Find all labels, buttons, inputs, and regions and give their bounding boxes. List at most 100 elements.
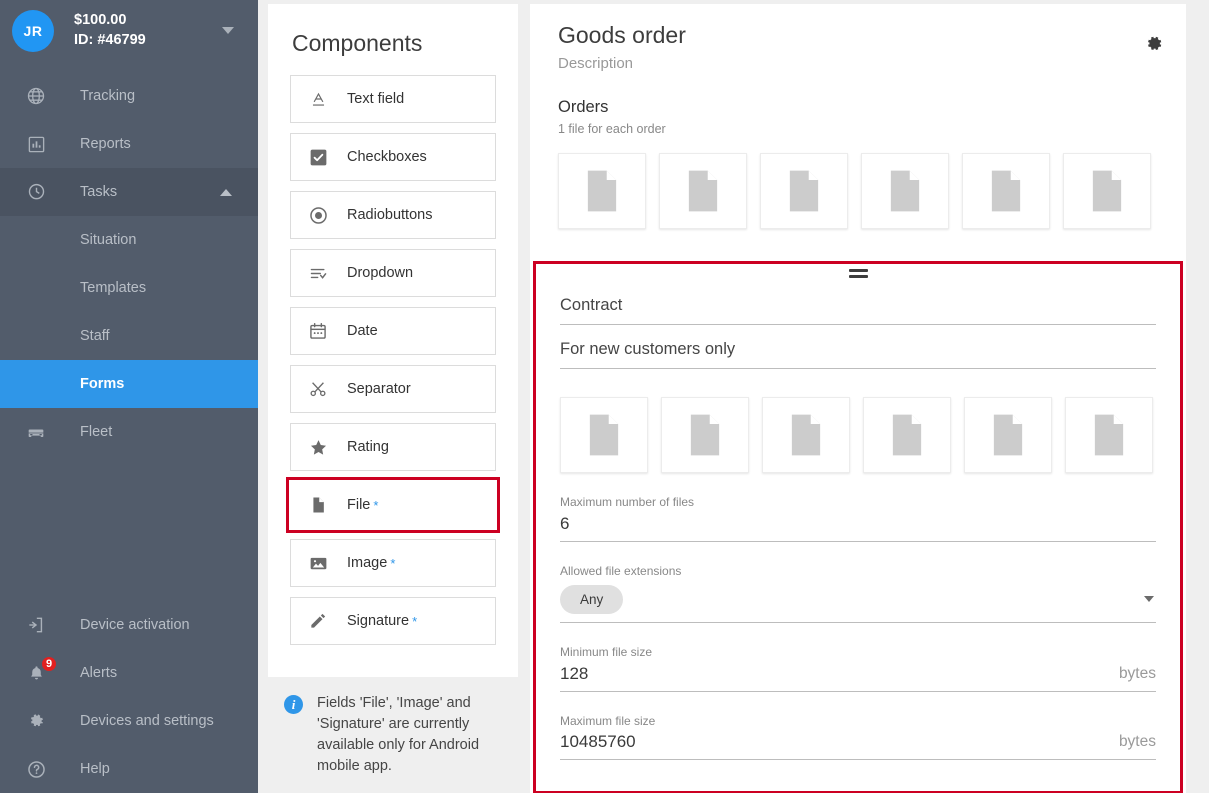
sidebar-item-label: Staff (80, 328, 110, 344)
sidebar-item-devices-and-settings[interactable]: Devices and settings (0, 697, 258, 745)
account-header[interactable]: JR $100.00 ID: #46799 (0, 0, 258, 62)
component-file[interactable]: File * (286, 477, 500, 533)
required-star: * (373, 497, 379, 513)
component-date[interactable]: Date (290, 307, 496, 355)
field-underline (560, 368, 1156, 369)
account-id: ID: #46799 (74, 32, 146, 48)
file-placeholder[interactable] (1063, 153, 1151, 229)
sidebar-item-label: Help (80, 761, 110, 777)
sidebar-item-staff[interactable]: Staff (0, 312, 258, 360)
component-dropdown[interactable]: Dropdown (290, 249, 496, 297)
sidebar-bottom-nav: Device activation 9 Alerts Devices and s… (0, 601, 258, 793)
components-note-text: Fields 'File', 'Image' and 'Signature' a… (317, 695, 480, 775)
orders-subtitle: 1 file for each order (558, 122, 666, 136)
sidebar-item-label: Tasks (80, 184, 118, 200)
component-checkboxes[interactable]: Checkboxes (290, 133, 496, 181)
component-signature[interactable]: Signature * (290, 597, 496, 645)
pencil-icon (307, 610, 329, 632)
app-root: JR $100.00 ID: #46799 Tracking Reports T… (0, 0, 1209, 793)
orders-section: Orders 1 file for each order (530, 98, 1186, 229)
field-label: Minimum file size (560, 645, 653, 660)
required-star: * (412, 613, 418, 629)
field-unit: bytes (1118, 733, 1156, 751)
sidebar-item-help[interactable]: Help (0, 745, 258, 793)
file-placeholder[interactable] (962, 153, 1050, 229)
components-title: Components (292, 30, 423, 56)
components-card: Components Text field Checkboxes Radiobu… (268, 4, 518, 677)
file-placeholder[interactable] (760, 153, 848, 229)
sidebar-item-tasks[interactable]: Tasks (0, 168, 258, 216)
extensions-chip-row[interactable]: Any (560, 579, 1156, 622)
field-block-subtitle[interactable]: For new customers only (560, 325, 1156, 369)
alerts-badge: 9 (40, 655, 59, 673)
selected-field-block[interactable]: Contract For new customers only Maximum … (533, 261, 1183, 793)
required-star: * (390, 555, 396, 571)
avatar: JR (12, 10, 54, 52)
sidebar-item-templates[interactable]: Templates (0, 264, 258, 312)
component-radiobuttons[interactable]: Radiobuttons (290, 191, 496, 239)
file-placeholder[interactable] (560, 397, 648, 473)
chevron-up-icon[interactable] (220, 189, 232, 196)
components-panel: Components Text field Checkboxes Radiobu… (258, 0, 530, 793)
dropdown-icon (307, 262, 329, 284)
file-placeholder[interactable] (762, 397, 850, 473)
field-unit: bytes (1118, 664, 1156, 682)
radio-button-icon (307, 204, 329, 226)
orders-thumbnails (558, 153, 1158, 229)
block-thumbnails (560, 397, 1156, 473)
component-label: File (347, 497, 371, 513)
file-placeholder[interactable] (558, 153, 646, 229)
extension-chip-any[interactable]: Any (560, 585, 624, 615)
orders-title: Orders (558, 98, 609, 116)
field-maximum-file-size[interactable]: Maximum file size 10485760 bytes (560, 692, 1156, 761)
component-rating[interactable]: Rating (290, 423, 496, 471)
component-separator[interactable]: Separator (290, 365, 496, 413)
sidebar-item-label: Reports (80, 136, 131, 152)
sidebar-item-label: Device activation (80, 617, 190, 633)
component-image[interactable]: Image * (290, 539, 496, 587)
field-block-title[interactable]: Contract (560, 281, 1156, 325)
file-placeholder[interactable] (861, 153, 949, 229)
help-circle-icon (22, 755, 50, 783)
sidebar: JR $100.00 ID: #46799 Tracking Reports T… (0, 0, 258, 793)
gear-icon[interactable] (1140, 30, 1166, 56)
chevron-down-icon[interactable] (222, 27, 234, 34)
component-label: Signature (347, 613, 410, 629)
info-icon: i (284, 695, 303, 714)
file-placeholder[interactable] (964, 397, 1052, 473)
sidebar-item-label: Fleet (80, 424, 113, 440)
sidebar-item-label: Devices and settings (80, 713, 214, 729)
component-text-field[interactable]: Text field (290, 75, 496, 123)
sidebar-item-reports[interactable]: Reports (0, 120, 258, 168)
chart-bar-icon (22, 130, 50, 158)
chevron-down-icon[interactable] (1144, 596, 1154, 603)
file-placeholder[interactable] (1065, 397, 1153, 473)
gear-icon (22, 707, 50, 735)
device-activation-icon (22, 611, 50, 639)
sidebar-item-alerts[interactable]: 9 Alerts (0, 649, 258, 697)
field-minimum-file-size[interactable]: Minimum file size 128 bytes (560, 623, 1156, 692)
sidebar-item-label: Situation (80, 232, 137, 248)
component-label: Date (347, 323, 378, 339)
sidebar-item-fleet[interactable]: Fleet (0, 408, 258, 456)
component-label: Rating (347, 439, 389, 455)
file-placeholder[interactable] (659, 153, 747, 229)
drag-handle-icon[interactable] (560, 264, 1156, 281)
field-value: 128 (560, 663, 589, 683)
field-max-number-of-files[interactable]: Maximum number of files 6 (560, 473, 1156, 542)
sidebar-item-tracking[interactable]: Tracking (0, 72, 258, 120)
component-label: Image (347, 555, 388, 571)
sidebar-item-situation[interactable]: Situation (0, 216, 258, 264)
components-note: i Fields 'File', 'Image' and 'Signature'… (268, 677, 518, 777)
component-label: Checkboxes (347, 149, 427, 165)
file-icon (307, 494, 329, 516)
sidebar-item-label: Templates (80, 280, 147, 296)
sidebar-item-forms[interactable]: Forms (0, 360, 258, 408)
file-placeholder[interactable] (863, 397, 951, 473)
field-label: Maximum number of files (560, 495, 695, 509)
sidebar-item-label: Tracking (80, 88, 136, 104)
sidebar-item-device-activation[interactable]: Device activation (0, 601, 258, 649)
component-label: Radiobuttons (347, 207, 433, 223)
field-allowed-file-extensions[interactable]: Allowed file extensions Any (560, 542, 1156, 624)
file-placeholder[interactable] (661, 397, 749, 473)
